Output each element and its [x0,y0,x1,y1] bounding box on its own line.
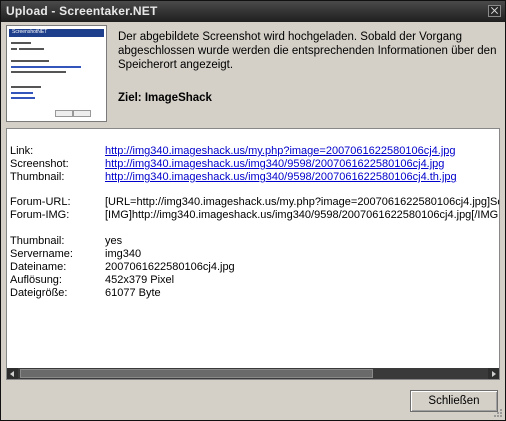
screenshot-url[interactable]: http://img340.imageshack.us/img340/9598/… [105,158,444,171]
info-label: Dateigröße: [10,287,68,299]
scroll-left-icon[interactable] [7,368,18,379]
info-label: Thumbnail: [10,235,65,247]
thumbnail-caption: ScreenshotNET [12,29,48,35]
upload-description: Der abgebildete Screenshot wird hochgela… [118,31,497,71]
resize-grip-icon[interactable] [493,408,503,418]
close-button[interactable]: Schließen [410,390,498,412]
info-value: img340 [105,248,142,260]
scrollbar-thumb[interactable] [20,369,373,378]
info-label: Dateiname: [10,261,67,273]
horizontal-scrollbar[interactable] [7,368,499,379]
thumbnail-url[interactable]: http://img340.imageshack.us/img340/9598/… [105,171,457,184]
screenshot-label: Screenshot: [10,158,69,170]
forum-url-value[interactable]: [URL=http://img340.imageshack.us/my.php?… [105,196,499,209]
info-label: Auflösung: [10,274,62,286]
info-label: Servername: [10,248,73,260]
info-value: yes [105,235,123,247]
info-value: 452x379 Pixel [105,274,175,286]
forum-url-label: Forum-URL: [10,196,71,208]
info-panel: Link: http://img340.imageshack.us/my.php… [6,128,500,380]
forum-img-label: Forum-IMG: [10,209,70,221]
upload-target: Ziel: ImageShack [118,92,212,104]
info-value: 2007061622580106cj4.jpg [105,261,235,273]
window-title: Upload - Screentaker.NET [6,4,158,18]
forum-img-value[interactable]: [IMG]http://img340.imageshack.us/img340/… [105,209,498,222]
thumbnail-url-label: Thumbnail: [10,171,65,183]
close-icon[interactable] [488,5,501,17]
screenshot-thumbnail: ScreenshotNET [6,25,107,122]
info-value: 61077 Byte [105,287,161,299]
upload-window: Upload - Screentaker.NET ScreenshotNET D… [0,0,506,421]
link-url[interactable]: http://img340.imageshack.us/my.php?image… [105,145,456,158]
link-label: Link: [10,145,34,157]
title-bar[interactable]: Upload - Screentaker.NET [1,1,505,22]
scroll-right-icon[interactable] [488,368,499,379]
